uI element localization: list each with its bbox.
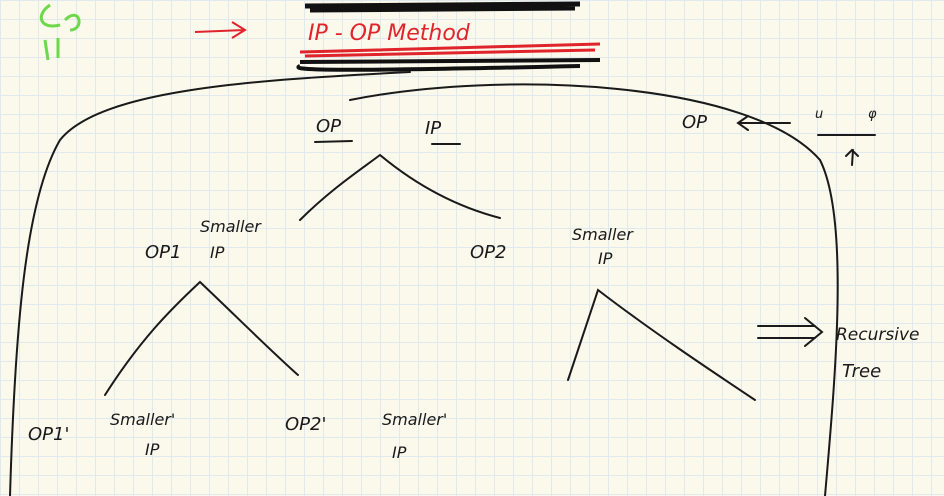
smaller-ip-1p-line1: Smaller'	[110, 410, 175, 429]
op2-prime: OP2'	[285, 414, 326, 435]
black-underline-top	[304, 1, 581, 13]
op1-prime: OP1'	[28, 424, 69, 445]
op-underline	[314, 140, 461, 145]
branch-root	[299, 153, 501, 221]
double-arrow	[757, 317, 824, 347]
black-underline	[296, 58, 601, 72]
top-arc	[349, 83, 839, 496]
op1: OP1	[145, 242, 181, 263]
smaller-ip-1-line1: Smaller	[200, 217, 262, 236]
smaller-ip-2p-line2: IP	[392, 443, 407, 462]
smaller-ip-1p-line2: IP	[145, 440, 160, 459]
branch-left	[104, 280, 299, 396]
smaller-ip-2-line1: Smaller	[572, 225, 634, 244]
result-line2: Tree	[842, 361, 881, 382]
page-title: IP - OP Method	[308, 21, 471, 46]
enclosing-curve	[9, 71, 411, 496]
branch-right	[567, 288, 756, 401]
root-ip: IP	[425, 118, 441, 139]
result-line1: Recursive	[836, 325, 919, 345]
whiteboard-canvas: IP - OP Method OP IP OP u φ OP1 Smaller …	[9, 1, 919, 496]
side-phi: φ	[868, 107, 877, 122]
op-arrow	[736, 115, 791, 131]
smaller-ip-1-line2: IP	[210, 243, 225, 262]
side-u: u	[815, 107, 823, 122]
smaller-ip-2-line2: IP	[598, 249, 613, 268]
blank-line	[817, 134, 876, 166]
root-op: OP	[316, 116, 341, 137]
red-arrow	[194, 21, 247, 39]
smaller-ip-2p-line1: Smaller'	[382, 410, 447, 429]
op2: OP2	[470, 242, 506, 263]
side-op: OP	[682, 112, 707, 133]
green-scribble	[39, 3, 81, 61]
